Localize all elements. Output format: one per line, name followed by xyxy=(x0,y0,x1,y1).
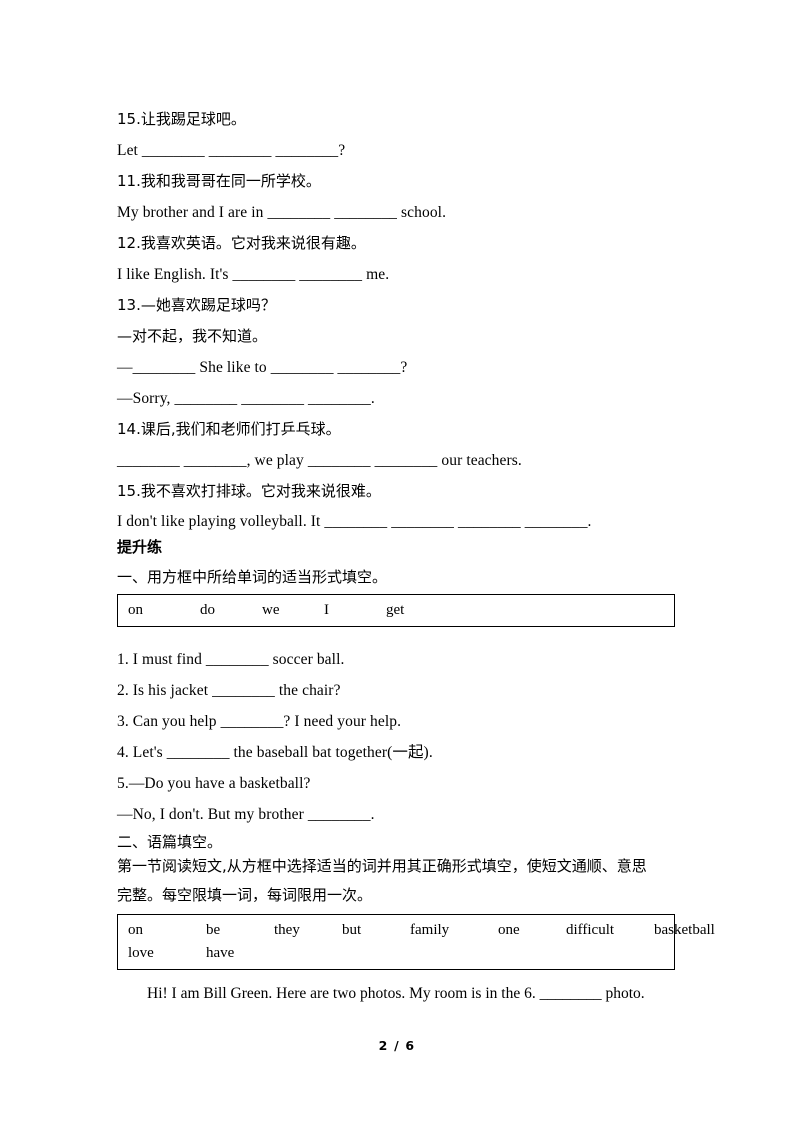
word-bank-item[interactable]: get xyxy=(386,599,448,622)
page-content: 15.让我踢足球吧。 Let ________ ________ _______… xyxy=(117,96,715,1008)
exercise-item: 15.让我踢足球吧。 xyxy=(117,96,677,127)
word-bank-row: love have xyxy=(118,942,674,965)
exercise-chinese-prompt: 15.让我踢足球吧。 xyxy=(117,110,246,128)
question-item: 5.—Do you have a basketball? xyxy=(117,760,677,791)
word-bank-row: on do we Iget xyxy=(118,599,674,622)
question-item: 4. Let's ________ the baseball bat toget… xyxy=(117,729,677,760)
exercise-answer-line: I like English. It's ________ ________ m… xyxy=(117,251,677,282)
exercise-chinese-prompt: 14.课后,我们和老师们打乒乓球。 xyxy=(117,420,341,438)
exercise-chinese-prompt: 11.我和我哥哥在同一所学校。 xyxy=(117,172,321,190)
question-text-reply[interactable]: —No, I don't. But my brother ________. xyxy=(117,806,375,823)
question-text[interactable]: 2. Is his jacket ________ the chair? xyxy=(117,682,341,699)
question-text[interactable]: 1. I must find ________ soccer ball. xyxy=(117,651,344,668)
subsection-heading-part-two: 二、语篇填空。 xyxy=(117,833,223,851)
exercise-chinese-prompt: 13.—她喜欢踢足球吗？ xyxy=(117,296,276,314)
question-item: 2. Is his jacket ________ the chair? xyxy=(117,667,677,698)
word-bank-item[interactable]: basketball xyxy=(654,919,722,942)
question-item: 1. I must find ________ soccer ball. xyxy=(117,636,677,667)
reading-passage[interactable]: Hi! I am Bill Green. Here are two photos… xyxy=(117,979,685,1008)
exercise-english-blanks[interactable]: ________ ________, we play ________ ____… xyxy=(117,452,522,469)
exercise-answer-line: Let ________ ________ ________? xyxy=(117,127,677,158)
document-page: 15.让我踢足球吧。 Let ________ ________ _______… xyxy=(0,0,794,1123)
exercise-english-blanks[interactable]: I don't like playing volleyball. It ____… xyxy=(117,513,592,530)
word-bank-item[interactable]: on xyxy=(118,919,206,942)
exercise-chinese-reply: —对不起，我不知道。 xyxy=(117,327,268,345)
word-bank-item[interactable]: have xyxy=(206,942,274,965)
word-bank-item[interactable]: love xyxy=(118,942,206,965)
question-text[interactable]: 5.—Do you have a basketball? xyxy=(117,775,310,792)
question-text[interactable]: 4. Let's ________ the baseball bat toget… xyxy=(117,744,433,761)
word-bank-item[interactable]: one xyxy=(498,919,566,942)
exercise-item: 13.—她喜欢踢足球吗？ xyxy=(117,282,677,313)
word-bank-item[interactable]: be xyxy=(206,919,274,942)
exercise-english-blanks[interactable]: —________ She like to ________ ________? xyxy=(117,359,407,376)
exercise-item-reply: —对不起，我不知道。 xyxy=(117,313,677,344)
word-bank-item[interactable]: we xyxy=(262,599,324,622)
word-bank-item[interactable]: do xyxy=(200,599,262,622)
question-item-reply: —No, I don't. But my brother ________. xyxy=(117,791,677,822)
instructions-line-2: 完整。每空限填一词，每词限用一次。 xyxy=(117,886,373,904)
word-bank-box-two: on be they but family one difficult basketball … xyxy=(117,914,715,970)
part-two-instructions: 第一节阅读短文,从方框中选择适当的词并用其正确形式填空，使短文通顺、意思 完整。… xyxy=(117,852,683,910)
question-text[interactable]: 3. Can you help ________? I need your he… xyxy=(117,713,401,730)
word-bank-box-one: on do we Iget xyxy=(117,594,675,627)
exercise-answer-line: My brother and I are in ________ _______… xyxy=(117,189,677,220)
word-bank-item[interactable]: difficult xyxy=(566,919,654,942)
exercise-english-blanks[interactable]: I like English. It's ________ ________ m… xyxy=(117,266,389,283)
word-bank-item[interactable]: family xyxy=(410,919,498,942)
subsection-heading-part-one: 一、用方框中所给单词的适当形式填空。 xyxy=(117,568,388,586)
exercise-item: 14.课后,我们和老师们打乒乓球。 xyxy=(117,406,677,437)
instructions-line-1: 第一节阅读短文,从方框中选择适当的词并用其正确形式填空，使短文通顺、意思 xyxy=(117,857,647,875)
exercise-answer-line: —________ She like to ________ ________? xyxy=(117,344,677,375)
exercise-answer-line: I don't like playing volleyball. It ____… xyxy=(117,499,677,529)
exercise-item: 12.我喜欢英语。它对我来说很有趣。 xyxy=(117,220,677,251)
exercise-english-blanks[interactable]: Let ________ ________ ________? xyxy=(117,142,345,159)
page-footer: 2 / 6 xyxy=(0,1038,794,1053)
exercise-chinese-prompt: 12.我喜欢英语。它对我来说很有趣。 xyxy=(117,234,366,252)
exercise-english-blanks[interactable]: My brother and I are in ________ _______… xyxy=(117,204,446,221)
exercise-item: 15.我不喜欢打排球。它对我来说很难。 xyxy=(117,468,677,499)
page-number-label: 2 / 6 xyxy=(378,1038,416,1053)
word-bank-item[interactable]: on xyxy=(118,599,200,622)
exercise-chinese-prompt: 15.我不喜欢打排球。它对我来说很难。 xyxy=(117,482,381,500)
exercise-item: 11.我和我哥哥在同一所学校。 xyxy=(117,158,677,189)
question-item: 3. Can you help ________? I need your he… xyxy=(117,698,677,729)
section-title-improve: 提升练 xyxy=(117,538,163,556)
word-bank-item[interactable]: I xyxy=(324,599,386,622)
word-bank-item[interactable]: but xyxy=(342,919,410,942)
word-bank-item[interactable]: they xyxy=(274,919,342,942)
exercise-answer-line: ________ ________, we play ________ ____… xyxy=(117,437,677,468)
exercise-answer-line-reply: —Sorry, ________ ________ ________. xyxy=(117,375,677,406)
exercise-english-blanks-reply[interactable]: —Sorry, ________ ________ ________. xyxy=(117,390,375,407)
word-bank-row: on be they but family one difficult basketball xyxy=(118,919,715,942)
